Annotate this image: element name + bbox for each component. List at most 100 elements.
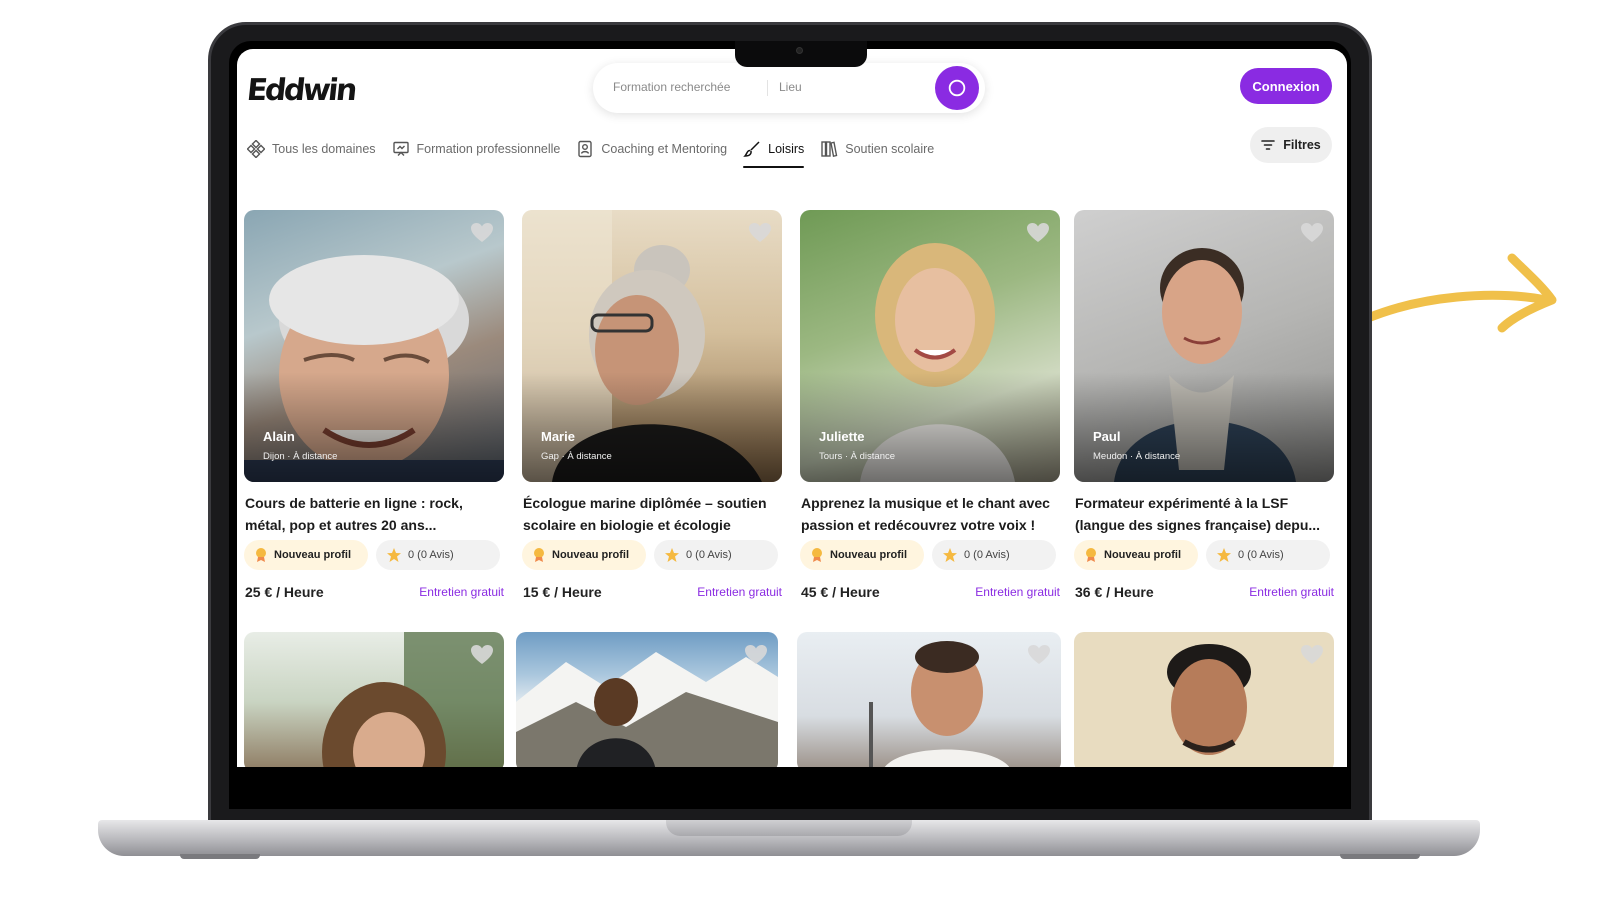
- free-interview-link[interactable]: Entretien gratuit: [1249, 585, 1334, 599]
- camera-notch: [735, 41, 867, 67]
- badge-label: Nouveau profil: [830, 549, 908, 561]
- portrait-illustration: [1167, 644, 1251, 755]
- teacher-photo[interactable]: [1074, 632, 1334, 767]
- teacher-location: Meudon · À distance: [1093, 451, 1181, 462]
- teacher-location: Tours · À distance: [819, 451, 896, 462]
- teacher-name: Paul: [1093, 429, 1121, 444]
- laptop-opening-notch: [666, 820, 912, 836]
- tab-professional-training[interactable]: Formation professionnelle: [392, 135, 560, 163]
- price: 36 € / Heure: [1075, 584, 1154, 600]
- tab-label: Tous les domaines: [272, 142, 376, 156]
- laptop-bezel: Eddwin Formation recherchée Lieu Connexi…: [229, 41, 1351, 809]
- course-title[interactable]: scolaire en biologie et écologie: [523, 514, 781, 536]
- domains-icon: [247, 140, 265, 158]
- teacher-photo[interactable]: Juliette Tours · À distance: [800, 210, 1060, 482]
- formation-search-input[interactable]: Formation recherchée: [613, 80, 730, 94]
- new-profile-badge: Nouveau profil: [522, 540, 646, 570]
- search-icon: [948, 79, 966, 97]
- teacher-photo[interactable]: Alain Dijon · À distance: [244, 210, 504, 482]
- star-icon: [943, 548, 957, 562]
- laptop-foot: [1340, 854, 1420, 859]
- price: 45 € / Heure: [801, 584, 880, 600]
- rating-badge: 0 (0 Avis): [654, 540, 778, 570]
- rating-text: 0 (0 Avis): [1238, 549, 1284, 561]
- favorite-heart-icon[interactable]: [470, 222, 494, 244]
- rating-text: 0 (0 Avis): [408, 549, 454, 561]
- rating-badge: 0 (0 Avis): [376, 540, 500, 570]
- star-icon: [1217, 548, 1231, 562]
- photo-shade: [522, 372, 782, 482]
- teacher-name: Juliette: [819, 429, 865, 444]
- login-button[interactable]: Connexion: [1240, 68, 1332, 104]
- tab-leisure[interactable]: Loisirs: [743, 135, 805, 168]
- photo-shade: [244, 372, 504, 482]
- course-title[interactable]: métal, pop et autres 20 ans...: [245, 514, 503, 536]
- medal-icon: [534, 548, 544, 562]
- arrow-decoration-icon: [1363, 253, 1557, 333]
- filter-icon: [1261, 140, 1276, 150]
- course-title[interactable]: passion et redécouvrez votre voix !: [801, 514, 1059, 536]
- tab-coaching-mentoring[interactable]: Coaching et Mentoring: [576, 135, 727, 163]
- favorite-heart-icon[interactable]: [1300, 644, 1324, 666]
- teacher-photo[interactable]: Paul Meudon · À distance: [1074, 210, 1334, 482]
- badge-label: Nouveau profil: [274, 549, 352, 561]
- free-interview-link[interactable]: Entretien gratuit: [419, 585, 504, 599]
- free-interview-link[interactable]: Entretien gratuit: [975, 585, 1060, 599]
- tab-all-domains[interactable]: Tous les domaines: [247, 135, 376, 163]
- tab-school-support[interactable]: Soutien scolaire: [820, 135, 934, 163]
- search-bar[interactable]: Formation recherchée Lieu: [593, 63, 985, 113]
- teacher-photo[interactable]: [516, 632, 778, 767]
- tab-label: Soutien scolaire: [845, 142, 935, 156]
- location-input[interactable]: Lieu: [779, 80, 802, 94]
- favorite-heart-icon[interactable]: [748, 222, 772, 244]
- favorite-heart-icon[interactable]: [1300, 222, 1324, 244]
- teacher-photo[interactable]: [797, 632, 1061, 767]
- camera-icon: [796, 47, 803, 54]
- laptop-foot: [180, 854, 260, 859]
- course-title[interactable]: (langue des signes française) depu...: [1075, 514, 1333, 536]
- search-button[interactable]: [935, 66, 979, 110]
- price: 25 € / Heure: [245, 584, 324, 600]
- rating-text: 0 (0 Avis): [686, 549, 732, 561]
- star-icon: [387, 548, 401, 562]
- teacher-photo[interactable]: [244, 632, 504, 767]
- course-title[interactable]: Formateur expérimenté à la LSF: [1075, 492, 1333, 514]
- star-icon: [665, 548, 679, 562]
- favorite-heart-icon[interactable]: [1027, 644, 1051, 666]
- badge-icon: [578, 140, 593, 158]
- new-profile-badge: Nouveau profil: [800, 540, 924, 570]
- course-title[interactable]: Cours de batterie en ligne : rock,: [245, 492, 503, 514]
- teacher-location: Gap · À distance: [541, 451, 612, 462]
- favorite-heart-icon[interactable]: [744, 644, 768, 666]
- laptop-base: [98, 820, 1480, 856]
- filters-button[interactable]: Filtres: [1250, 127, 1332, 163]
- brush-icon: [743, 141, 760, 157]
- portrait-illustration: [322, 632, 504, 767]
- course-title[interactable]: Écologue marine diplômée – soutien: [523, 492, 781, 514]
- free-interview-link[interactable]: Entretien gratuit: [697, 585, 782, 599]
- category-tabs: Tous les domaines Formation professionne…: [247, 135, 950, 168]
- photo-shade: [1074, 372, 1334, 482]
- favorite-heart-icon[interactable]: [1026, 222, 1050, 244]
- rating-badge: 0 (0 Avis): [1206, 540, 1330, 570]
- books-icon: [821, 141, 838, 158]
- medal-icon: [812, 548, 822, 562]
- logo[interactable]: Eddwin: [245, 73, 356, 108]
- teacher-name: Alain: [263, 429, 295, 444]
- presentation-icon: [392, 141, 409, 156]
- course-title[interactable]: Apprenez la musique et le chant avec: [801, 492, 1059, 514]
- medal-icon: [1086, 548, 1096, 562]
- filters-label: Filtres: [1283, 138, 1321, 152]
- tab-label: Coaching et Mentoring: [601, 142, 728, 156]
- portrait-illustration: [869, 641, 1009, 767]
- medal-icon: [256, 548, 266, 562]
- teacher-photo[interactable]: Marie Gap · À distance: [522, 210, 782, 482]
- tab-label: Loisirs: [768, 142, 805, 156]
- new-profile-badge: Nouveau profil: [244, 540, 368, 570]
- badge-label: Nouveau profil: [1104, 549, 1182, 561]
- teacher-location: Dijon · À distance: [263, 451, 338, 462]
- teacher-name: Marie: [541, 429, 575, 444]
- page: Eddwin Formation recherchée Lieu Connexi…: [0, 0, 1600, 900]
- rating-text: 0 (0 Avis): [964, 549, 1010, 561]
- favorite-heart-icon[interactable]: [470, 644, 494, 666]
